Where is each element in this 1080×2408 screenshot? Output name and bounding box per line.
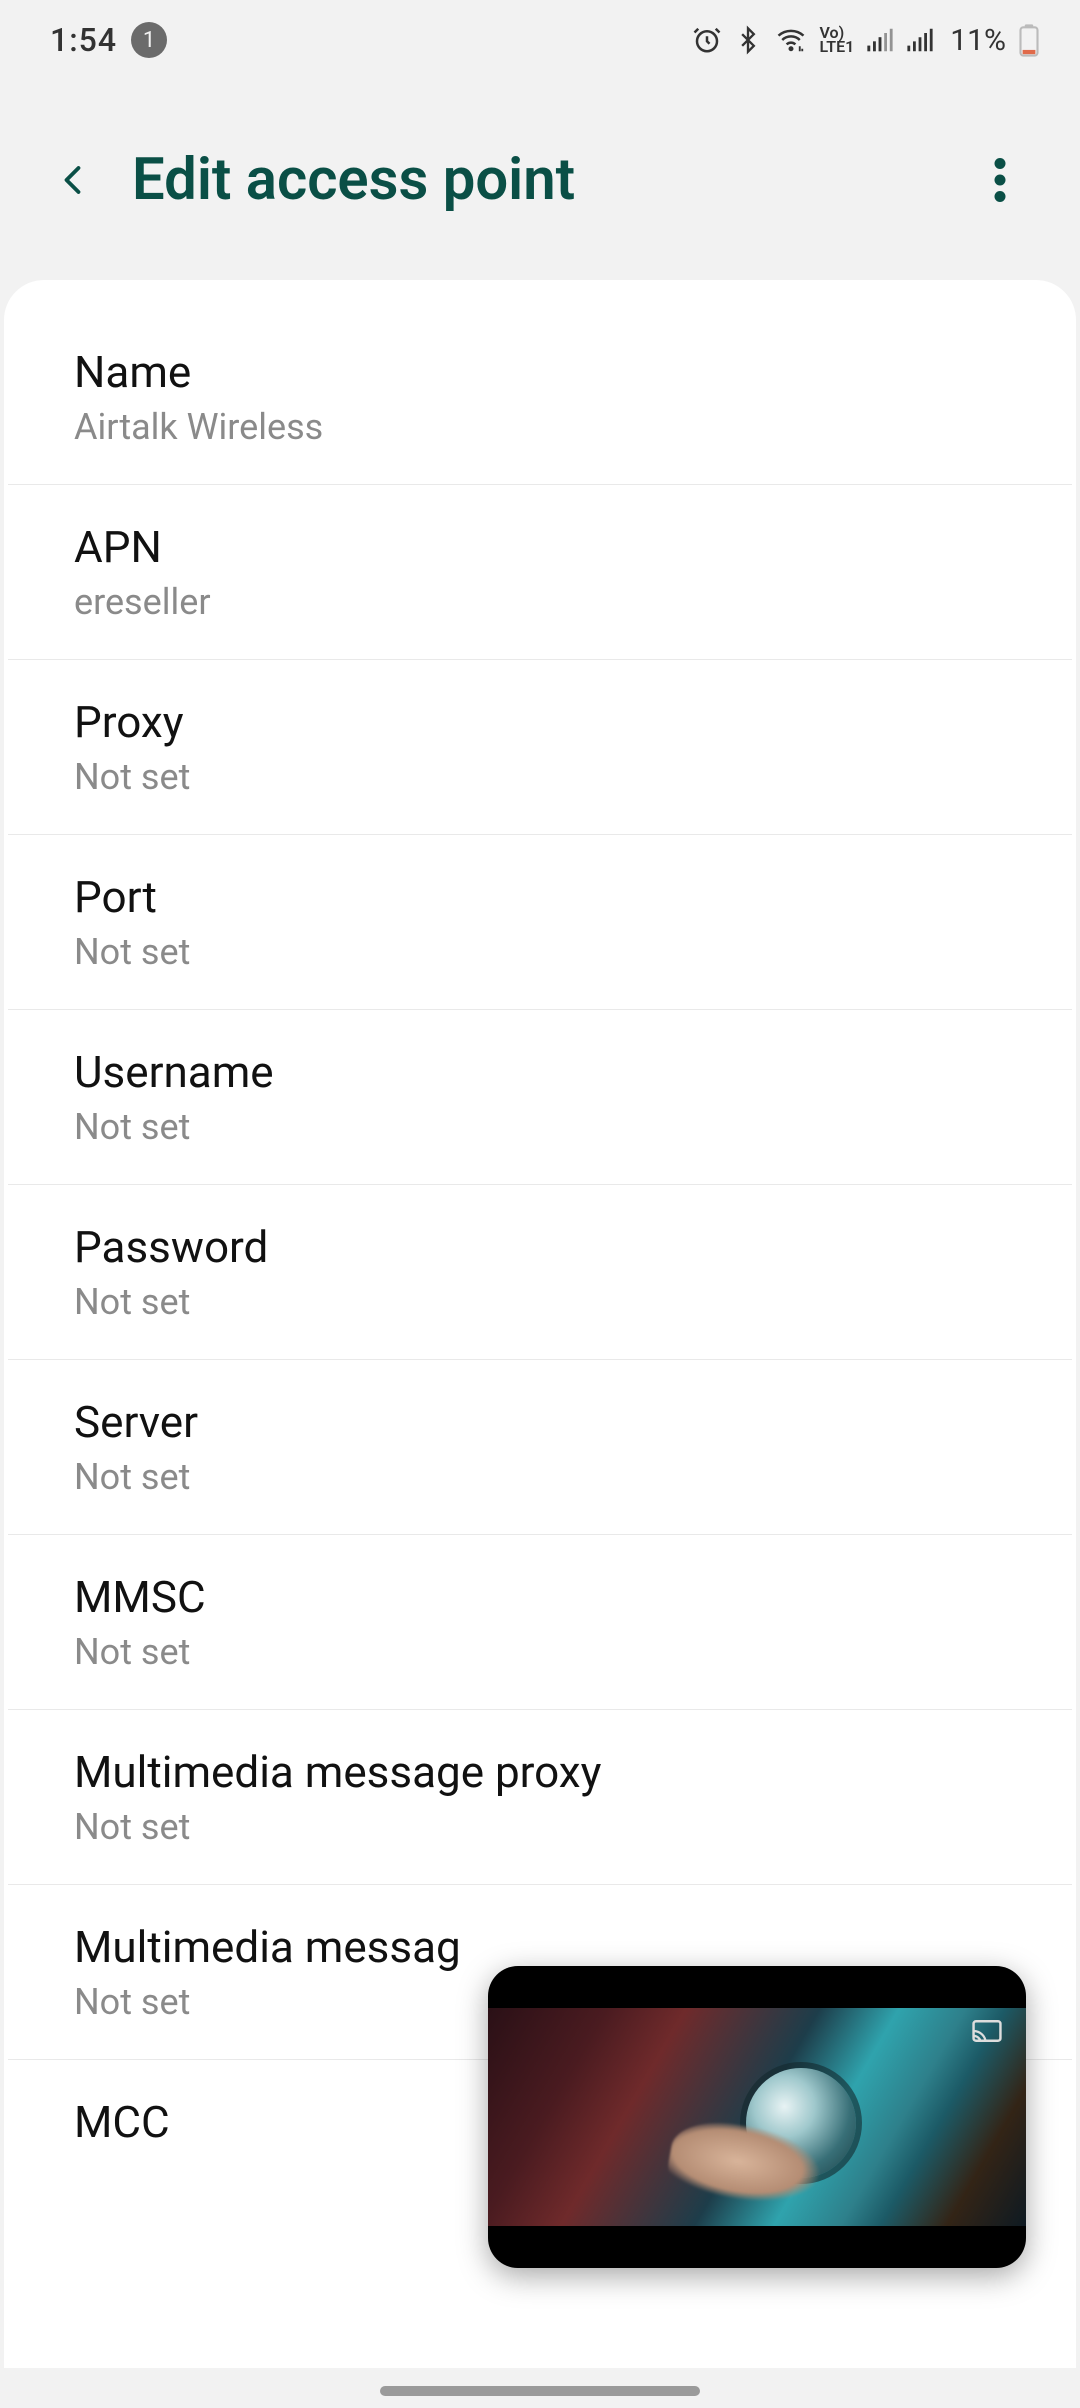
- battery-icon: [1018, 23, 1040, 57]
- setting-item-password[interactable]: Password Not set: [8, 1185, 1072, 1360]
- cast-icon[interactable]: [972, 2020, 1002, 2042]
- setting-item-server[interactable]: Server Not set: [8, 1360, 1072, 1535]
- setting-label: Name: [74, 346, 1006, 398]
- setting-label: APN: [74, 521, 1006, 573]
- setting-item-username[interactable]: Username Not set: [8, 1010, 1072, 1185]
- setting-label: Password: [74, 1221, 1006, 1273]
- setting-label: Multimedia message proxy: [74, 1746, 1006, 1798]
- setting-value: Not set: [74, 1456, 1006, 1498]
- setting-item-name[interactable]: Name Airtalk Wireless: [8, 310, 1072, 485]
- chevron-left-icon: [56, 156, 92, 204]
- more-vert-icon: [994, 158, 1006, 202]
- pip-video-window[interactable]: [488, 1966, 1026, 2268]
- setting-value: Not set: [74, 1631, 1006, 1673]
- setting-label: MMSC: [74, 1571, 1006, 1623]
- setting-value: Not set: [74, 756, 1006, 798]
- setting-label: Proxy: [74, 696, 1006, 748]
- gesture-nav-bar[interactable]: [380, 2386, 700, 2396]
- app-bar: Edit access point: [0, 80, 1080, 280]
- setting-value: Not set: [74, 931, 1006, 973]
- setting-value: Not set: [74, 1281, 1006, 1323]
- status-left: 1:54 1: [50, 21, 167, 59]
- status-right: Vo)LTE1 11%: [692, 23, 1041, 58]
- setting-value: ereseller: [74, 581, 1006, 623]
- setting-value: Airtalk Wireless: [74, 406, 1006, 448]
- bluetooth-icon: [734, 25, 762, 55]
- signal-1-icon: [866, 27, 894, 53]
- setting-value: Not set: [74, 1806, 1006, 1848]
- notification-count-badge: 1: [131, 22, 167, 58]
- page-title: Edit access point: [132, 146, 936, 214]
- pip-video-frame: [488, 2008, 1026, 2226]
- setting-item-mms-proxy[interactable]: Multimedia message proxy Not set: [8, 1710, 1072, 1885]
- more-options-button[interactable]: [970, 150, 1030, 210]
- wifi-icon: [774, 25, 808, 55]
- battery-percent: 11%: [950, 23, 1006, 58]
- status-bar: 1:54 1 Vo)LTE1 11%: [0, 0, 1080, 80]
- setting-item-mmsc[interactable]: MMSC Not set: [8, 1535, 1072, 1710]
- back-button[interactable]: [50, 156, 98, 204]
- setting-label: Server: [74, 1396, 1006, 1448]
- setting-value: Not set: [74, 1106, 1006, 1148]
- volte-icon: Vo)LTE1: [820, 26, 855, 54]
- signal-2-icon: [906, 27, 934, 53]
- status-time: 1:54: [50, 21, 117, 59]
- setting-item-port[interactable]: Port Not set: [8, 835, 1072, 1010]
- setting-item-proxy[interactable]: Proxy Not set: [8, 660, 1072, 835]
- alarm-icon: [692, 25, 722, 55]
- setting-item-apn[interactable]: APN ereseller: [8, 485, 1072, 660]
- setting-label: Port: [74, 871, 1006, 923]
- setting-label: Username: [74, 1046, 1006, 1098]
